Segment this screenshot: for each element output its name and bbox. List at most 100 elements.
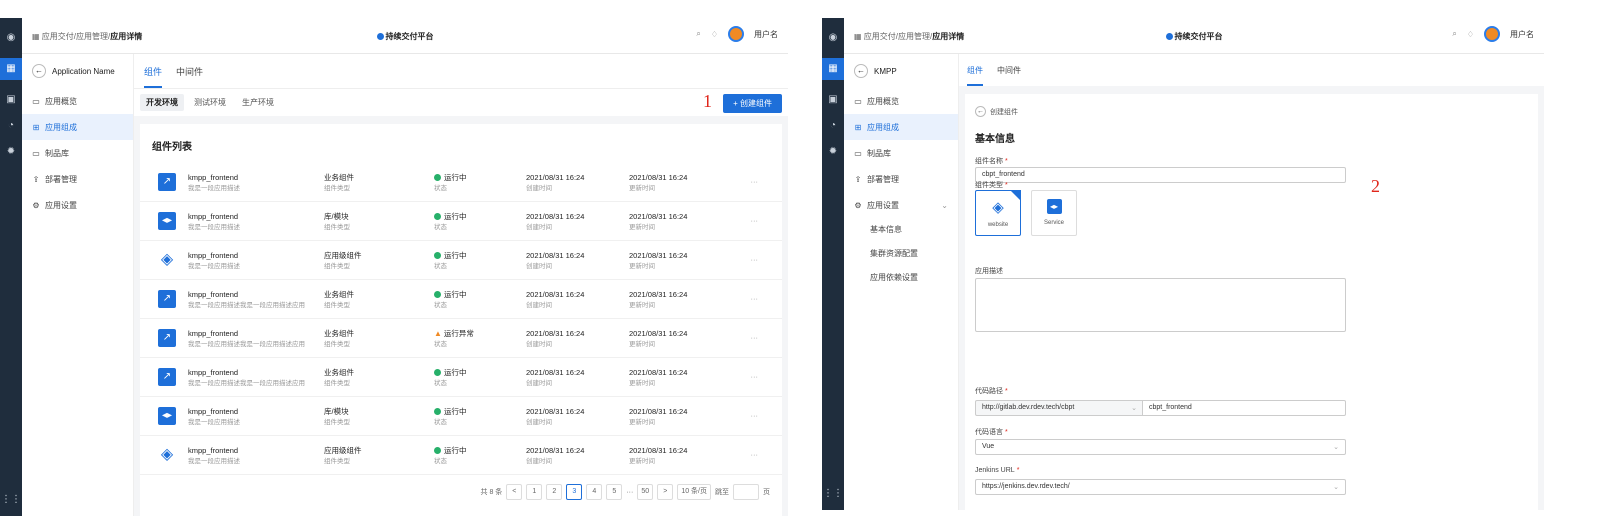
screenshot-create-component: ◉ ▦ ▣ ◔ ✹ ⋮⋮ ▦ 应用交付/应用管理/应用详情 持续交付平台 ⌕ ♢… (822, 18, 1544, 510)
row-name[interactable]: kmpp_frontend (188, 289, 305, 300)
pager-page-2[interactable]: 2 (546, 484, 563, 500)
table-row[interactable]: ◈ kmpp_frontend 我是一段应用描述 应用级组件 组件类型 运行中 状态 2021… (140, 436, 782, 475)
briefcase-icon[interactable]: ▣ (822, 94, 844, 106)
tab-components[interactable]: 组件 (967, 65, 983, 86)
sidebar-item-artifacts[interactable]: ▭ 制品库 (844, 140, 958, 166)
pager-next-button[interactable]: > (657, 484, 674, 500)
name-input[interactable]: cbpt_frontend (975, 167, 1346, 183)
pager-ellipsis[interactable]: ··· (626, 489, 633, 496)
more-icon[interactable]: ··· (751, 333, 759, 342)
table-row[interactable]: ◈ kmpp_frontend 我是一段应用描述 应用级组件 组件类型 运行中 状态 2021… (140, 241, 782, 280)
sidebar-item-deploy[interactable]: ⇪ 部署管理 (844, 166, 958, 192)
pager-page-last[interactable]: 50 (637, 484, 654, 500)
layers-icon: ◈ (160, 251, 174, 268)
sidebar-subitem-basic[interactable]: 基本信息 (844, 218, 958, 242)
table-row[interactable]: ↗ kmpp_frontend 我是一段应用描述我是一段应用描述应用 业务组件 组件类型… (140, 358, 782, 397)
pager-page-3[interactable]: 3 (566, 484, 583, 500)
repo-prefix-select[interactable]: http://gitlab.dev.rdev.tech/cbpt ⌄ (975, 400, 1143, 416)
row-name[interactable]: kmpp_frontend (188, 328, 305, 339)
env-test[interactable]: 测试环境 (188, 94, 232, 111)
grid-icon[interactable]: ▦ (0, 58, 22, 80)
more-icon[interactable]: ··· (751, 255, 759, 264)
bell-icon[interactable]: ♢ (711, 30, 718, 39)
jenkins-select[interactable]: https://jenkins.dev.rdev.tech/ ⌄ (975, 479, 1346, 495)
pager-size-select[interactable]: 10 条/页 (677, 484, 711, 500)
pie-chart-icon[interactable]: ◔ (0, 120, 22, 132)
table-row[interactable]: ◂▸ kmpp_frontend 我是一段应用描述 库/模块 组件类型 运行中 状态 2021… (140, 202, 782, 241)
rocket-icon: ⇪ (32, 174, 40, 184)
type-card-service[interactable]: ◂▸ Service (1031, 190, 1077, 236)
desc-textarea[interactable] (975, 278, 1346, 332)
pager-page-5[interactable]: 5 (606, 484, 623, 500)
row-type-sub: 组件类型 (324, 380, 350, 387)
more-icon[interactable]: ··· (751, 450, 759, 459)
apps-icon[interactable]: ⋮⋮ (0, 494, 22, 506)
row-name[interactable]: kmpp_frontend (188, 445, 240, 456)
back-link[interactable]: ← 创建组件 (975, 106, 1018, 117)
row-name[interactable]: kmpp_frontend (188, 367, 305, 378)
sidebar-item-overview[interactable]: ▭ 应用概览 (22, 88, 133, 114)
search-icon[interactable]: ⌕ (1452, 29, 1456, 39)
row-name[interactable]: kmpp_frontend (188, 250, 240, 261)
back-arrow-icon[interactable]: ← (854, 64, 868, 78)
row-name[interactable]: kmpp_frontend (188, 172, 240, 183)
repo-name-input[interactable]: cbpt_frontend (1143, 400, 1346, 416)
sidebar-item-composition[interactable]: ⊞ 应用组成 (22, 114, 133, 140)
briefcase-icon[interactable]: ▣ (0, 94, 22, 106)
back-arrow-icon[interactable]: ← (32, 64, 46, 78)
platform-title: 持续交付平台 (844, 31, 1544, 42)
sidebar-item-artifacts[interactable]: ▭ 制品库 (22, 140, 133, 166)
pie-chart-icon[interactable]: ◔ (822, 120, 844, 132)
row-name[interactable]: kmpp_frontend (188, 211, 240, 222)
row-updated-cell: 2021/08/31 16:24 更新时间 (629, 328, 687, 350)
row-created-sub: 创建时间 (526, 224, 552, 231)
apps-icon[interactable]: ⋮⋮ (822, 488, 844, 500)
more-icon[interactable]: ··· (751, 294, 759, 303)
more-icon[interactable]: ··· (751, 372, 759, 381)
avatar[interactable] (728, 26, 744, 42)
tab-middleware[interactable]: 中间件 (176, 65, 203, 88)
user-name[interactable]: 用户名 (754, 29, 778, 40)
table-row[interactable]: ↗ kmpp_frontend 我是一段应用描述我是一段应用描述应用 业务组件 组件类型… (140, 280, 782, 319)
gear-icon[interactable]: ✹ (822, 146, 844, 158)
table-row[interactable]: ↗ kmpp_frontend 我是一段应用描述 业务组件 组件类型 运行中 状态 2021/… (140, 163, 782, 202)
sidebar-item-composition[interactable]: ⊞ 应用组成 (844, 114, 958, 140)
more-icon[interactable]: ··· (751, 177, 759, 186)
more-icon[interactable]: ··· (751, 216, 759, 225)
check-circle-icon (434, 174, 441, 181)
pager-prev-button[interactable]: < (506, 484, 523, 500)
top-bar: ▦ 应用交付/应用管理/应用详情 持续交付平台 ⌕ ♢ 用户名 (844, 18, 1544, 54)
env-prod[interactable]: 生产环境 (236, 94, 280, 111)
sidebar-subitem-cluster[interactable]: 集群资源配置 (844, 242, 958, 266)
sidebar-item-deploy[interactable]: ⇪ 部署管理 (22, 166, 133, 192)
logo-icon[interactable]: ◉ (822, 32, 844, 44)
avatar[interactable] (1484, 26, 1500, 42)
search-icon[interactable]: ⌕ (696, 29, 700, 39)
grid-icon[interactable]: ▦ (822, 58, 844, 80)
pager-jump-input[interactable] (733, 484, 759, 500)
chevron-down-icon[interactable]: ⌄ (941, 201, 948, 210)
sidebar-subitem-deps[interactable]: 应用依赖设置 (844, 266, 958, 290)
sidebar-item-overview[interactable]: ▭ 应用概览 (844, 88, 958, 114)
app-header[interactable]: ← KMPP (844, 54, 958, 88)
logo-icon[interactable]: ◉ (0, 32, 22, 44)
app-header[interactable]: ← Application Name (22, 54, 133, 88)
type-card-website[interactable]: ◈ website (975, 190, 1021, 236)
more-icon[interactable]: ··· (751, 411, 759, 420)
back-arrow-icon[interactable]: ← (975, 106, 986, 117)
row-name[interactable]: kmpp_frontend (188, 406, 240, 417)
pager-page-1[interactable]: 1 (526, 484, 543, 500)
user-name[interactable]: 用户名 (1510, 29, 1534, 40)
sidebar-item-settings[interactable]: ⚙ 应用设置 ⌄ (844, 192, 958, 218)
tab-components[interactable]: 组件 (144, 65, 163, 88)
lang-select[interactable]: Vue ⌄ (975, 439, 1346, 455)
bell-icon[interactable]: ♢ (1467, 30, 1474, 39)
tab-middleware[interactable]: 中间件 (997, 65, 1021, 86)
create-component-button[interactable]: + 创建组件 (723, 94, 782, 113)
table-row[interactable]: ◂▸ kmpp_frontend 我是一段应用描述 库/模块 组件类型 运行中 状态 2021… (140, 397, 782, 436)
pager-page-4[interactable]: 4 (586, 484, 603, 500)
table-row[interactable]: ↗ kmpp_frontend 我是一段应用描述我是一段应用描述应用 业务组件 组件类型… (140, 319, 782, 358)
env-dev[interactable]: 开发环境 (140, 94, 184, 111)
sidebar-item-settings[interactable]: ⚙ 应用设置 (22, 192, 133, 218)
gear-icon[interactable]: ✹ (0, 146, 22, 158)
